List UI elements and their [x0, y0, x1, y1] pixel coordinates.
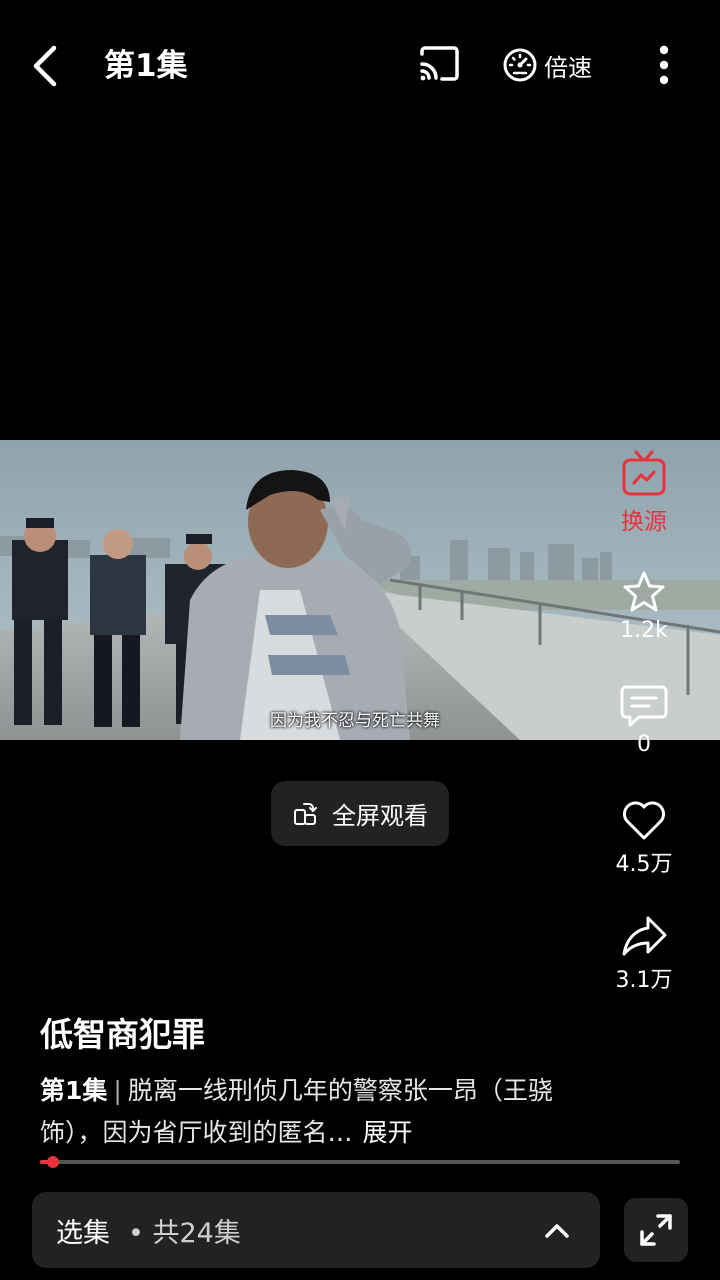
playback-speed-button[interactable]: 倍速 — [502, 42, 592, 88]
cast-button[interactable] — [414, 42, 464, 88]
expand-description-link[interactable]: 展开 — [363, 1118, 413, 1147]
playback-progress-bar[interactable] — [40, 1156, 680, 1168]
episode-description: 第1集 | 脱离一线刑侦几年的警察张一昂（王骁 饰），因为省厅收到的匿名… 展开 — [40, 1070, 600, 1154]
expand-icon — [640, 1214, 672, 1246]
star-icon — [623, 571, 665, 612]
like-button[interactable]: 4.5万 — [594, 798, 694, 878]
cast-icon — [420, 46, 459, 81]
description-episode-tag: 第1集 — [40, 1076, 108, 1105]
like-count: 4.5万 — [615, 852, 673, 877]
chevron-up-icon — [545, 1224, 569, 1238]
share-button[interactable]: 3.1万 — [594, 914, 694, 994]
tv-icon — [622, 450, 666, 496]
favorite-count: 1.2k — [620, 618, 668, 643]
comment-icon — [620, 685, 668, 727]
favorite-button[interactable]: 1.2k — [594, 570, 694, 643]
share-arrow-icon — [622, 916, 667, 956]
speedometer-icon — [503, 48, 537, 82]
playback-speed-label: 倍速 — [544, 53, 592, 82]
description-separator: | — [113, 1076, 122, 1105]
heart-icon — [623, 801, 665, 840]
episode-title: 第1集 — [104, 48, 188, 84]
more-options-button[interactable] — [646, 40, 682, 92]
share-count: 3.1万 — [615, 968, 673, 993]
switch-source-button[interactable]: 换源 — [594, 450, 694, 536]
comment-count: 0 — [637, 732, 651, 757]
back-button[interactable] — [24, 40, 72, 92]
comment-button[interactable]: 0 — [594, 684, 694, 757]
fullscreen-watch-label: 全屏观看 — [332, 802, 428, 830]
show-title: 低智商犯罪 — [40, 1015, 205, 1054]
episode-selector[interactable]: 选集 • 共24集 — [32, 1192, 600, 1268]
switch-source-label: 换源 — [621, 509, 667, 535]
episode-selector-label: 选集 — [56, 1217, 110, 1249]
playback-progress-thumb[interactable] — [47, 1156, 59, 1168]
episode-count: • 共24集 — [128, 1217, 241, 1249]
more-vertical-icon — [659, 45, 669, 85]
expand-button[interactable] — [624, 1198, 688, 1262]
rotate-screen-icon — [294, 802, 317, 825]
fullscreen-watch-button[interactable]: 全屏观看 — [271, 781, 449, 846]
back-arrow-icon — [33, 45, 57, 87]
